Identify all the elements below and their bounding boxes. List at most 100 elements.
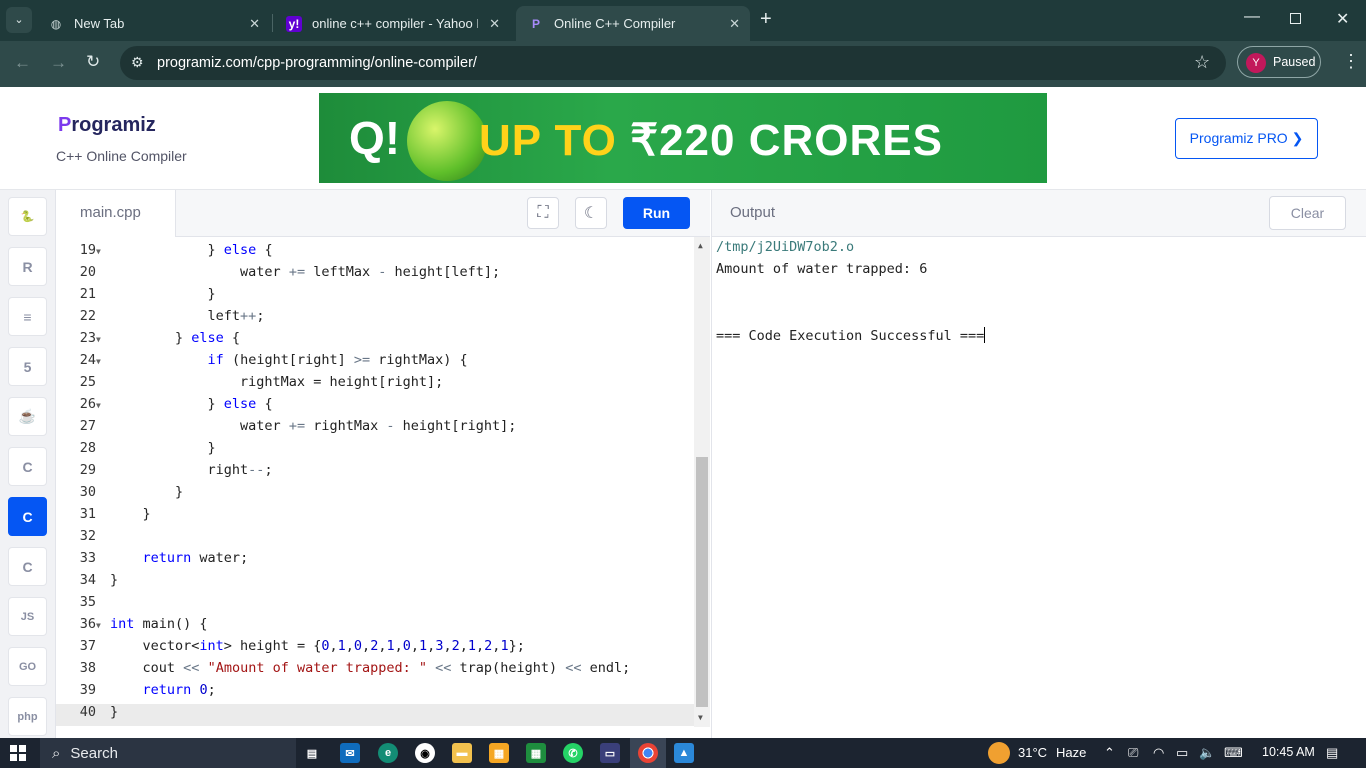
windows-start-icon[interactable]: [10, 745, 26, 761]
go-icon[interactable]: GO: [8, 647, 47, 686]
battery-icon[interactable]: ▭: [1176, 745, 1188, 761]
code-line[interactable]: }: [110, 484, 183, 500]
tab-new-tab[interactable]: ◍ New Tab ✕: [36, 6, 270, 41]
photos-icon[interactable]: ▲: [674, 743, 694, 763]
python-icon[interactable]: 🐍: [8, 197, 47, 236]
notification-icon[interactable]: ▤: [1326, 745, 1338, 761]
code-line[interactable]: vector<int> height = {0,1,0,2,1,0,1,3,2,…: [110, 638, 525, 654]
volume-icon[interactable]: 🔈: [1199, 745, 1215, 761]
weather-icon[interactable]: [988, 742, 1010, 764]
tab-yahoo[interactable]: y! online c++ compiler - Yahoo In ✕: [274, 6, 510, 41]
close-icon[interactable]: ✕: [249, 16, 260, 32]
weather-desc[interactable]: Haze: [1056, 745, 1086, 760]
terminal-icon[interactable]: ▭: [600, 743, 620, 763]
code-editor[interactable]: 19 ▼ 20 21 22 23 ▼ 24 ▼ 25 26 ▼ 27 28 29 30 31 32 33 34 35 36…: [56, 237, 710, 738]
keyboard-icon[interactable]: ⌨: [1224, 745, 1243, 761]
wifi-icon[interactable]: ◠: [1153, 745, 1164, 761]
github-icon[interactable]: ◉: [415, 743, 435, 763]
code-line[interactable]: } else {: [110, 396, 273, 412]
programiz-logo[interactable]: Programiz: [58, 114, 156, 137]
new-tab-button[interactable]: +: [760, 8, 772, 31]
code-line[interactable]: water += leftMax - height[left];: [110, 264, 500, 280]
sql-icon[interactable]: ≡: [8, 297, 47, 336]
back-icon[interactable]: ←: [14, 53, 31, 73]
programiz-pro-button[interactable]: Programiz PRO ❯: [1175, 118, 1318, 159]
code-line[interactable]: } else {: [110, 330, 240, 346]
bookmark-star-icon[interactable]: ☆: [1194, 52, 1210, 73]
weather-temp[interactable]: 31°C: [1018, 745, 1047, 760]
code-line[interactable]: }: [110, 506, 151, 522]
edge-icon[interactable]: e: [378, 743, 398, 763]
store-icon[interactable]: ▦: [489, 743, 509, 763]
close-window-icon[interactable]: ✕: [1336, 9, 1349, 29]
code-line[interactable]: return 0;: [110, 682, 216, 698]
reload-icon[interactable]: ↻: [86, 52, 100, 72]
code-line[interactable]: left++;: [110, 308, 265, 324]
line-number: 27: [79, 418, 96, 434]
menu-kebab-icon[interactable]: ⋮: [1342, 51, 1360, 72]
restore-icon[interactable]: [1290, 13, 1301, 24]
scroll-down-arrow-icon[interactable]: ▼: [698, 713, 703, 722]
clock[interactable]: 10:45 AM: [1262, 745, 1315, 759]
meet-icon[interactable]: ⎚: [1128, 745, 1138, 761]
close-icon[interactable]: ✕: [729, 16, 740, 32]
minimize-icon[interactable]: —: [1244, 8, 1260, 26]
close-icon[interactable]: ✕: [489, 16, 500, 32]
output-line: /tmp/j2UiDW7ob2.o: [716, 239, 855, 255]
mail-icon[interactable]: ✉: [340, 743, 360, 763]
fold-arrow-icon[interactable]: ▼: [96, 621, 101, 630]
code-line[interactable]: }: [110, 286, 216, 302]
code-line[interactable]: water += rightMax - height[right];: [110, 418, 516, 434]
file-tab-main-cpp[interactable]: main.cpp: [56, 190, 176, 237]
run-button[interactable]: Run: [623, 197, 690, 229]
java-icon[interactable]: ☕: [8, 397, 47, 436]
php-icon[interactable]: php: [8, 697, 47, 736]
fold-arrow-icon[interactable]: ▼: [96, 335, 101, 344]
code-line[interactable]: }: [110, 440, 216, 456]
code-line[interactable]: rightMax = height[right];: [110, 374, 443, 390]
fullscreen-icon[interactable]: ⛶: [527, 197, 559, 229]
advertisement-banner[interactable]: Q! UP TO ₹220 CRORES: [319, 93, 1047, 183]
code-line[interactable]: }: [110, 572, 118, 588]
line-number: 26: [79, 396, 96, 412]
fold-arrow-icon[interactable]: ▼: [96, 247, 101, 256]
csharp-icon[interactable]: C: [8, 547, 47, 586]
profile-button[interactable]: Y Paused: [1237, 46, 1321, 78]
code-line[interactable]: }: [110, 704, 118, 720]
site-info-icon[interactable]: ⚙: [131, 54, 144, 71]
address-bar[interactable]: ⚙ programiz.com/cpp-programming/online-c…: [120, 46, 1226, 80]
dark-mode-icon[interactable]: ☾: [575, 197, 607, 229]
clear-button[interactable]: Clear: [1269, 196, 1346, 230]
line-number: 32: [79, 528, 96, 544]
tab-online-cpp-compiler[interactable]: P Online C++ Compiler ✕: [516, 6, 750, 41]
file-explorer-icon[interactable]: ▬: [452, 743, 472, 763]
html-icon[interactable]: 5: [8, 347, 47, 386]
page-subtitle: C++ Online Compiler: [56, 148, 187, 164]
cpp-icon[interactable]: C: [8, 497, 47, 536]
fold-arrow-icon[interactable]: ▼: [96, 357, 101, 366]
forward-icon[interactable]: →: [50, 53, 67, 73]
sheets-icon[interactable]: ▦: [526, 743, 546, 763]
chrome-icon[interactable]: [638, 743, 658, 763]
taskbar-search[interactable]: ⌕ Search: [40, 738, 296, 768]
show-hidden-icons-icon[interactable]: ⌃: [1104, 745, 1115, 761]
js-icon[interactable]: JS: [8, 597, 47, 636]
code-line[interactable]: int main() {: [110, 616, 208, 632]
scroll-up-arrow-icon[interactable]: ▲: [698, 241, 703, 250]
code-line[interactable]: } else {: [110, 242, 273, 258]
task-view-icon[interactable]: ▤: [302, 743, 322, 763]
editor-scrollbar-thumb[interactable]: [696, 457, 708, 707]
code-line[interactable]: if (height[right] >= rightMax) {: [110, 352, 468, 368]
code-line[interactable]: cout << "Amount of water trapped: " << t…: [110, 660, 631, 676]
avatar: Y: [1246, 53, 1266, 73]
tab-search-menu[interactable]: ⌄: [6, 7, 32, 33]
c-icon[interactable]: C: [8, 447, 47, 486]
output-console[interactable]: /tmp/j2UiDW7ob2.o Amount of water trapped…: [711, 237, 1366, 738]
fold-arrow-icon[interactable]: ▼: [96, 401, 101, 410]
whatsapp-icon[interactable]: ✆: [563, 743, 583, 763]
line-number: 20: [79, 264, 96, 280]
code-line[interactable]: return water;: [110, 550, 249, 566]
lottery-ball-image: [407, 101, 487, 181]
code-line[interactable]: right--;: [110, 462, 273, 478]
r-icon[interactable]: R: [8, 247, 47, 286]
